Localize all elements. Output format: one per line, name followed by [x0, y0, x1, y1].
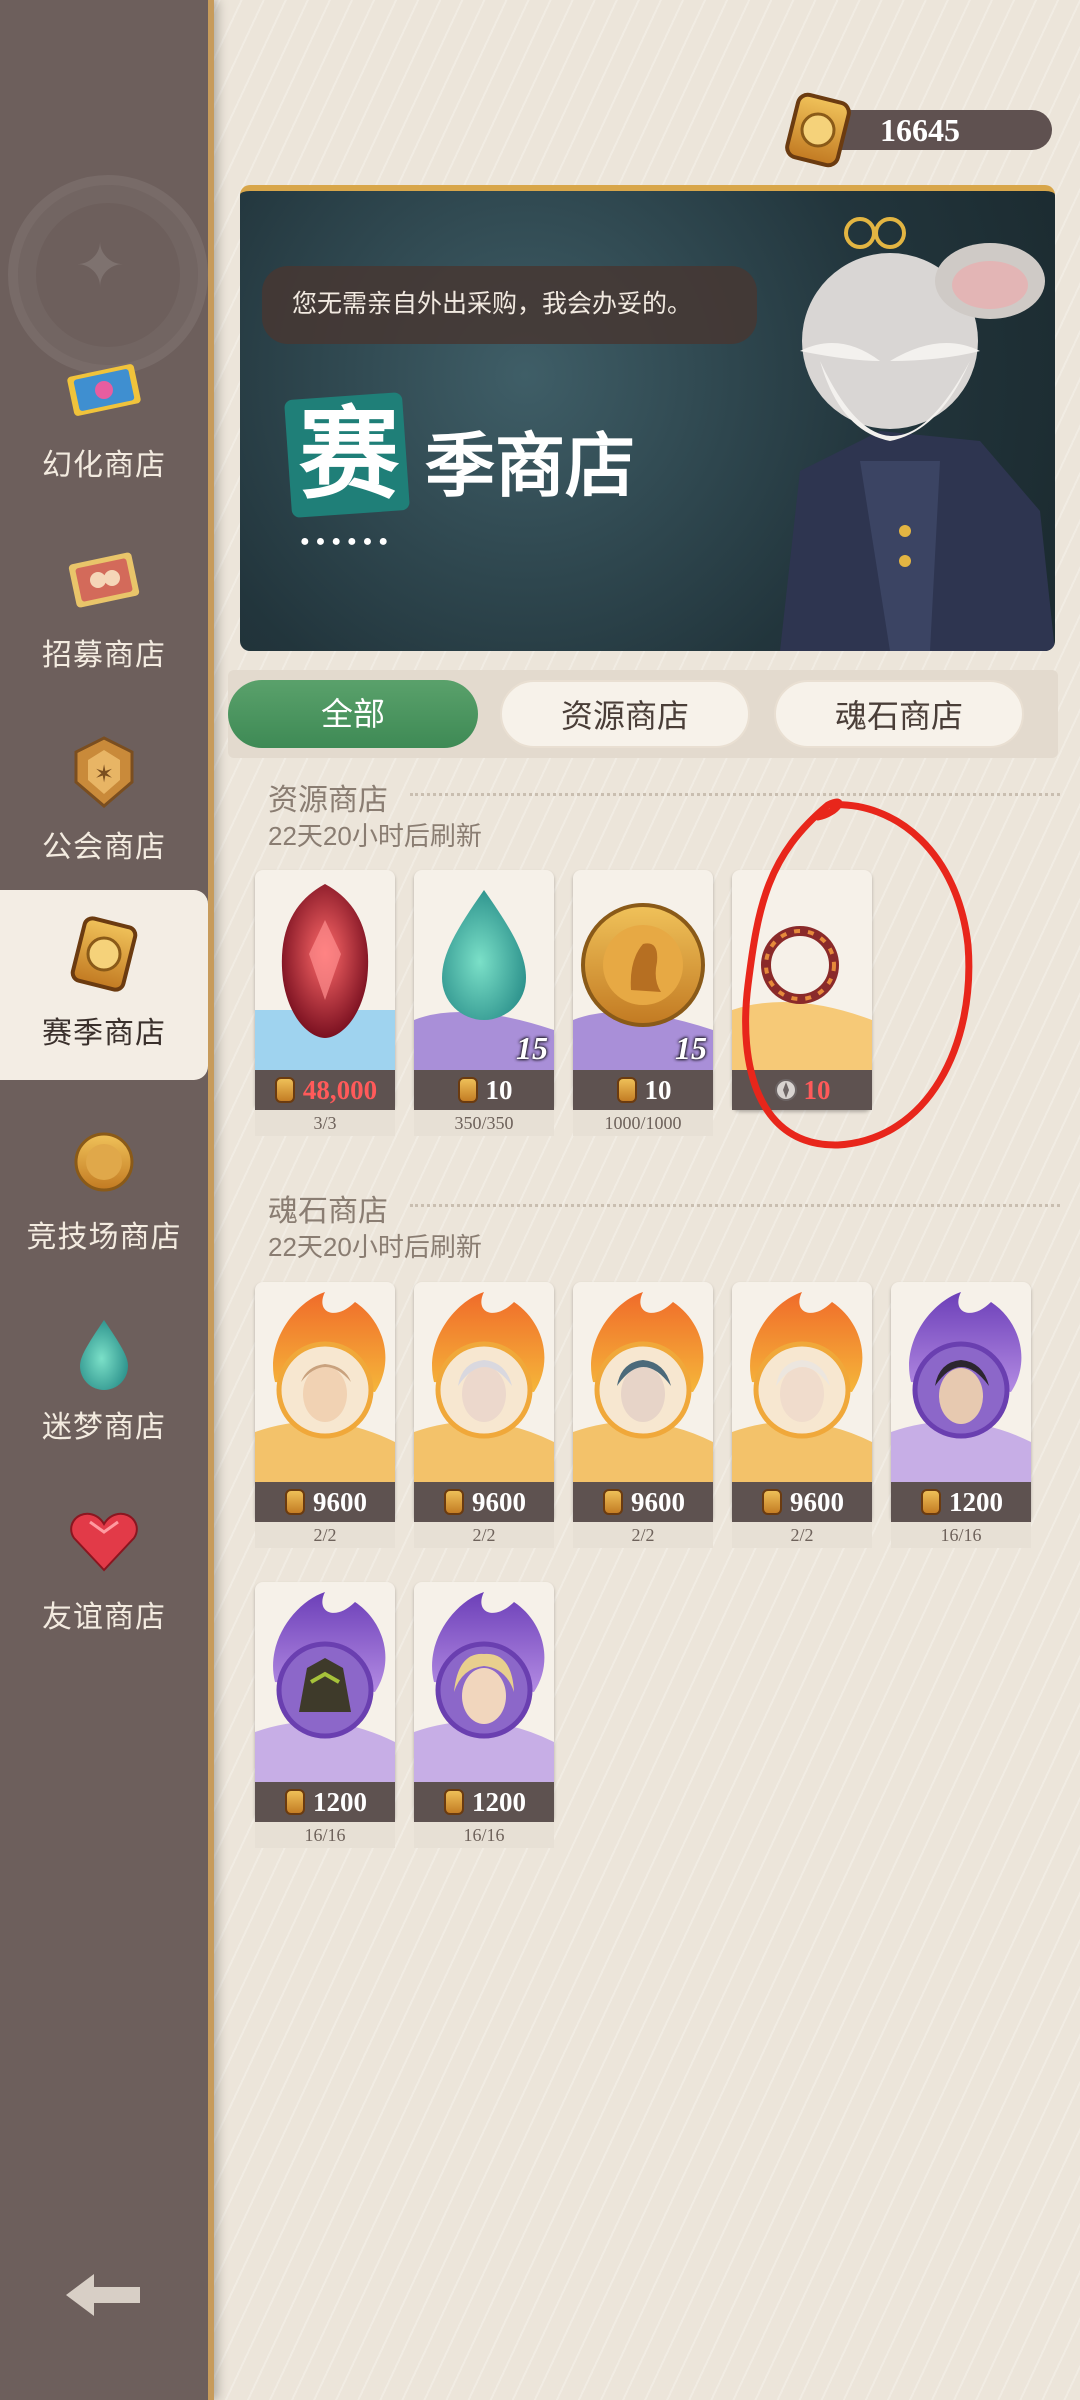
banner-title-rest: 季商店 — [425, 429, 635, 506]
item-stock: 2/2 — [255, 1522, 395, 1548]
guild-emblem-icon: ✶ — [74, 736, 134, 808]
sidebar-item-label: 竞技场商店 — [26, 1221, 182, 1254]
item-stock: 2/2 — [414, 1522, 554, 1548]
item-price: 1200 — [414, 1782, 554, 1822]
fire-soulstone-icon — [573, 1292, 713, 1482]
item-price: 9600 — [732, 1482, 872, 1522]
banner-title-big: 赛 — [299, 400, 399, 511]
soulstone-section-title: 魂石商店 — [268, 1195, 388, 1228]
item-price: 9600 — [255, 1482, 395, 1522]
item-stock: 2/2 — [573, 1522, 713, 1548]
tab-soulstone-shop[interactable]: 魂石商店 — [774, 680, 1024, 748]
tab-resource-shop[interactable]: 资源商店 — [500, 680, 750, 748]
resource-refresh-timer: 22天20小时后刷新 — [268, 821, 482, 851]
resource-section-title: 资源商店 — [268, 784, 388, 817]
sidebar-item-label: 招募商店 — [42, 639, 166, 672]
sidebar-item-recruit-shop[interactable]: 招募商店 — [0, 530, 208, 720]
sidebar-item-label: 迷梦商店 — [42, 1411, 166, 1444]
sidebar-item-friendship-shop[interactable]: 友谊商店 — [0, 1492, 208, 1682]
item-quantity-badge: 15 — [675, 1030, 707, 1066]
item-price: 10 — [414, 1070, 554, 1110]
gold-coin-icon — [785, 92, 851, 168]
compass-star-icon: ✦ — [74, 233, 126, 299]
coin-icon — [285, 1489, 305, 1515]
coin-icon — [921, 1489, 941, 1515]
item-price: 10 — [573, 1070, 713, 1110]
item-price: 9600 — [414, 1482, 554, 1522]
item-price: 1200 — [255, 1782, 395, 1822]
coin-icon — [616, 1077, 637, 1103]
tab-all[interactable]: 全部 — [228, 680, 478, 748]
back-arrow-icon[interactable] — [58, 2260, 148, 2330]
purple-soulstone-icon — [891, 1292, 1031, 1482]
recruit-card-icon — [68, 552, 140, 608]
purple-soulstone-icon — [255, 1592, 395, 1782]
arena-coin-icon — [74, 1132, 134, 1192]
season-coin-icon — [70, 916, 138, 992]
section-divider — [410, 1204, 1060, 1207]
fire-soulstone-icon — [255, 1292, 395, 1482]
heart-gem-icon — [70, 1512, 138, 1572]
sidebar-item-label: 公会商店 — [42, 831, 166, 864]
item-stock: 16/16 — [255, 1822, 395, 1848]
shop-item-green-drop[interactable]: 15 10 350/350 — [414, 870, 554, 1136]
shop-item-gold-medal[interactable]: 15 10 1000/1000 — [573, 870, 713, 1136]
sidebar-item-skin-shop[interactable]: 幻化商店 — [0, 340, 208, 530]
shop-item-red-crystal[interactable]: 48,000 3/3 — [255, 870, 395, 1136]
item-stock: 350/350 — [414, 1110, 554, 1136]
sidebar-item-dream-shop[interactable]: 迷梦商店 — [0, 1302, 208, 1492]
item-price: 48,000 — [255, 1070, 395, 1110]
shop-item-soulstone[interactable]: 1200 16/16 — [414, 1582, 554, 1848]
purple-soulstone-icon — [414, 1592, 554, 1782]
coin-icon — [444, 1789, 464, 1815]
shopkeeper-mouse-illustration — [780, 217, 1055, 651]
shopkeeper-speech: 您无需亲自外出采购，我会办妥的。 — [262, 266, 757, 344]
sidebar-item-guild-shop[interactable]: ✶ 公会商店 — [0, 722, 208, 912]
shop-item-soulstone[interactable]: 9600 2/2 — [573, 1282, 713, 1548]
coin-icon — [274, 1077, 295, 1103]
annotation-red-circle — [742, 798, 973, 1149]
shop-tabs: 全部 资源商店 魂石商店 — [228, 670, 1058, 758]
coin-icon — [457, 1077, 478, 1103]
shop-item-soulstone[interactable]: 1200 16/16 — [255, 1582, 395, 1848]
ticket-icon — [67, 364, 141, 416]
item-price: 1200 — [891, 1482, 1031, 1522]
item-stock: 3/3 — [255, 1110, 395, 1136]
sidebar-item-label: 赛季商店 — [42, 1017, 166, 1050]
coin-icon — [444, 1489, 464, 1515]
item-stock: 16/16 — [414, 1822, 554, 1848]
item-stock: 2/2 — [732, 1522, 872, 1548]
item-quantity-badge: 15 — [516, 1030, 548, 1066]
shop-item-soulstone[interactable]: 9600 2/2 — [732, 1282, 872, 1548]
coin-icon — [762, 1489, 782, 1515]
svg-text:✶: ✶ — [94, 762, 114, 788]
fire-soulstone-icon — [414, 1292, 554, 1482]
item-price: 9600 — [573, 1482, 713, 1522]
shop-item-soulstone[interactable]: 9600 2/2 — [414, 1282, 554, 1548]
shop-item-soulstone[interactable]: 1200 16/16 — [891, 1282, 1031, 1548]
shop-item-soulstone[interactable]: 9600 2/2 — [255, 1282, 395, 1548]
coin-icon — [603, 1489, 623, 1515]
fire-soulstone-icon — [732, 1292, 872, 1482]
coin-icon — [285, 1789, 305, 1815]
soulstone-refresh-timer: 22天20小时后刷新 — [268, 1232, 482, 1262]
sidebar-item-label: 幻化商店 — [42, 449, 166, 482]
sidebar-item-season-shop[interactable]: 赛季商店 — [0, 890, 208, 1080]
item-stock: 1000/1000 — [573, 1110, 713, 1136]
season-shop-banner: 您无需亲自外出采购，我会办妥的。 赛 季商店 ●●●●●● — [240, 185, 1055, 651]
red-crystal-icon — [255, 884, 395, 1070]
title-dots: ●●●●●● — [300, 533, 394, 550]
dream-drop-icon — [80, 1320, 128, 1390]
shop-sidebar: ✦ 幻化商店 招募商店 ✶ 公会商店 赛季商店 竞技场商店 迷梦商店 友谊商店 — [0, 0, 214, 2400]
currency-amount: 16645 — [880, 112, 960, 148]
sidebar-item-arena-shop[interactable]: 竞技场商店 — [0, 1112, 208, 1302]
sidebar-item-label: 友谊商店 — [42, 1601, 166, 1634]
item-stock: 16/16 — [891, 1522, 1031, 1548]
